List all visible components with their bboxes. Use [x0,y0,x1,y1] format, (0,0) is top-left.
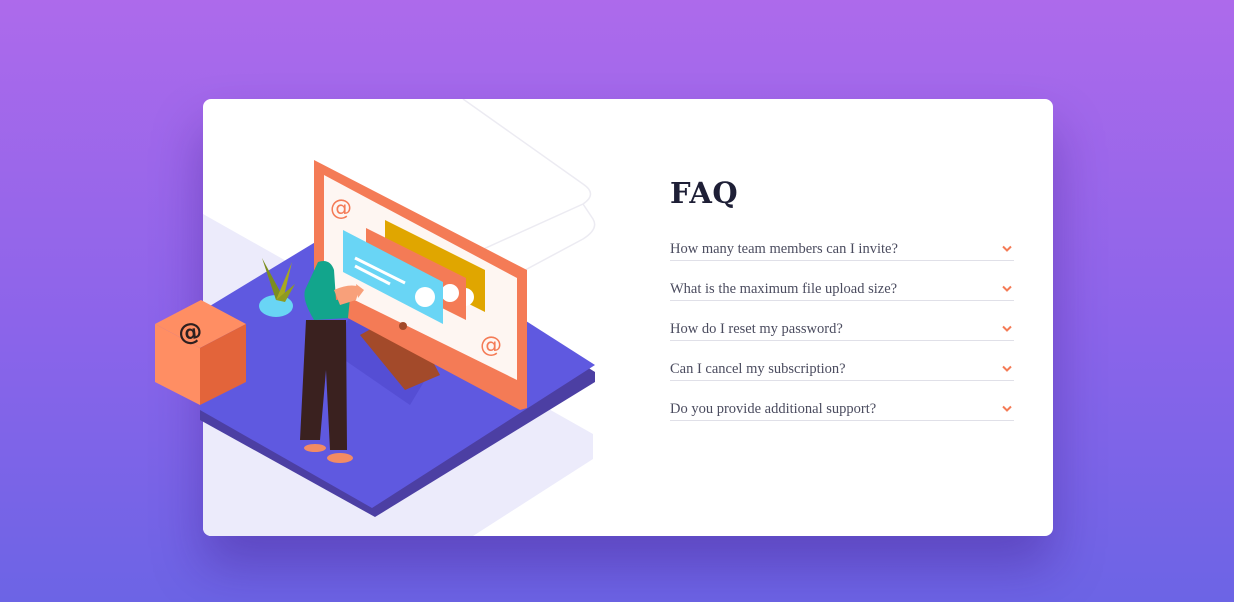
faq-question-text: How do I reset my password? [670,320,843,337]
svg-text:@: @ [177,317,204,347]
hero-illustration: @ @ @ [155,160,595,517]
faq-question-4[interactable]: Can I cancel my subscription? [670,358,1014,381]
chevron-down-icon [1002,245,1012,252]
svg-text:@: @ [480,333,502,358]
faq-title: FAQ [670,176,739,210]
chevron-down-icon [1002,325,1012,332]
chevron-down-icon [1002,285,1012,292]
chevron-down-icon [1002,405,1012,412]
faq-question-5[interactable]: Do you provide additional support? [670,398,1014,421]
faq-question-1[interactable]: How many team members can I invite? [670,238,1014,261]
faq-section: FAQ How many team members can I invite? … [670,176,1014,438]
svg-text:@: @ [330,196,352,221]
faq-question-text: Do you provide additional support? [670,400,877,417]
faq-question-text: How many team members can I invite? [670,240,898,257]
faq-question-text: What is the maximum file upload size? [670,280,898,297]
chevron-down-icon [1002,365,1012,372]
faq-question-2[interactable]: What is the maximum file upload size? [670,278,1014,301]
faq-question-3[interactable]: How do I reset my password? [670,318,1014,341]
faq-question-text: Can I cancel my subscription? [670,360,846,377]
